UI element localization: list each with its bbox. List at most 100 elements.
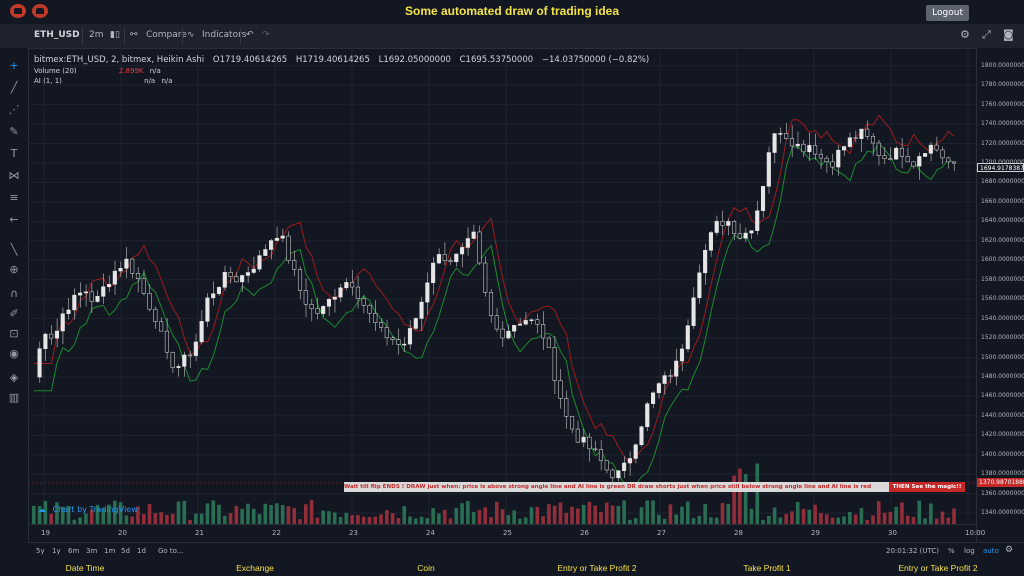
volume-bar [49, 513, 53, 524]
compare-icon[interactable]: ⚯ [130, 30, 138, 40]
candle-body [662, 375, 667, 384]
magnet-icon[interactable]: ∩ [6, 286, 22, 302]
chart-pane[interactable] [28, 48, 976, 542]
range-6m[interactable]: 6m [68, 547, 79, 555]
footer-exchange: Exchange [236, 563, 274, 573]
stay-in-drawing-icon[interactable]: ✐ [6, 306, 22, 322]
price-chart[interactable] [28, 48, 976, 524]
candle-body [436, 254, 441, 264]
layers-icon[interactable]: ◈ [6, 370, 22, 386]
settings-icon[interactable]: ⚙ [1005, 545, 1013, 555]
fullscreen-icon[interactable]: ⤢ [982, 28, 991, 42]
pitchfork-icon[interactable]: ⋰ [6, 102, 22, 118]
candle-body [882, 155, 887, 160]
price-label: 1340.00000000 [981, 509, 1024, 517]
date-label: 26 [580, 529, 589, 537]
cloud-icon: ☁ [38, 505, 46, 514]
volume-bar [506, 515, 511, 524]
price-axis[interactable]: 1800.00000000 1780.00000000 1760.00000000 1… [976, 48, 1024, 542]
candle-body [598, 449, 604, 461]
brush-icon[interactable]: ✎ [6, 124, 22, 140]
candle-body [865, 128, 870, 137]
range-5y[interactable]: 5y [36, 547, 45, 555]
utc-clock[interactable]: 20:01:32 (UTC) [886, 547, 939, 555]
candle-body [824, 157, 829, 163]
volume-bar [552, 505, 557, 524]
trash-icon[interactable]: ▥ [6, 390, 22, 406]
range-1m[interactable]: 1m [104, 547, 115, 555]
candle-body [529, 319, 534, 321]
lock-icon[interactable]: ⊡ [6, 326, 22, 342]
undo-icon[interactable]: ↶ [246, 30, 254, 40]
text-icon[interactable]: T [6, 146, 22, 162]
prediction-icon[interactable]: ≡ [6, 190, 22, 206]
ruler-icon[interactable]: ╲ [6, 242, 22, 258]
ai-title[interactable]: AI (1, 1) [34, 77, 62, 85]
candle-body [54, 330, 59, 339]
tradingview-badge[interactable]: ☁ Chart by TradingView [38, 505, 138, 514]
zoom-icon[interactable]: ⊕ [6, 262, 22, 278]
candle-body [431, 262, 436, 284]
range-1y[interactable]: 1y [52, 547, 61, 555]
candle-body [309, 304, 314, 309]
crosshair-icon[interactable]: + [6, 58, 22, 74]
compare-button[interactable]: Compare [146, 30, 187, 40]
log-toggle[interactable]: log [964, 547, 975, 555]
snapshot-icon[interactable]: ◙ [1003, 28, 1014, 41]
symbol-search[interactable]: ETH_USD [34, 30, 80, 40]
volume-bar [709, 517, 713, 524]
auto-toggle[interactable]: auto [983, 547, 999, 555]
candle-body [894, 147, 899, 160]
range-3m[interactable]: 3m [86, 547, 97, 555]
logout-button[interactable]: Logout [926, 5, 969, 21]
volume-bar [246, 503, 250, 524]
volume-bar [894, 506, 898, 524]
volume-bar [408, 516, 412, 524]
candle-body [668, 375, 673, 377]
candle-body [679, 348, 685, 362]
candle-body [101, 286, 106, 297]
range-5d[interactable]: 5d [121, 547, 130, 555]
back-arrow-icon[interactable]: ← [6, 212, 22, 228]
candle-body [656, 383, 661, 394]
candle-body [396, 339, 401, 345]
legend-close: C1695.53750000 [459, 55, 534, 65]
candle-body [240, 275, 245, 283]
candle-type-icon[interactable]: ▮▯ [110, 30, 120, 40]
volume-bar [286, 506, 291, 524]
volume-bar [228, 513, 233, 524]
indicators-icon[interactable]: ∿ [187, 30, 195, 40]
candle-body [460, 247, 465, 255]
volume-bar [234, 505, 239, 524]
eye-icon[interactable]: ◉ [6, 346, 22, 362]
candle-body [448, 260, 453, 262]
settings-icon[interactable]: ⚙ [960, 28, 970, 41]
tradingview-label[interactable]: Chart by TradingView [53, 505, 138, 514]
price-label: 1680.00000000 [981, 178, 1024, 186]
trendline-icon[interactable]: ╱ [6, 80, 22, 96]
candle-body [870, 135, 876, 144]
volume-bar [466, 500, 470, 524]
volume-bar [124, 515, 129, 524]
time-axis[interactable]: 19 20 21 22 23 24 25 26 27 28 29 30 10:00 [28, 524, 985, 543]
redo-icon[interactable]: ↷ [262, 30, 270, 40]
candle-body [379, 322, 384, 328]
candle-body [332, 296, 337, 300]
price-label: 1560.00000000 [981, 295, 1024, 303]
volume-title[interactable]: Volume (20) [34, 67, 77, 75]
pattern-icon[interactable]: ⋈ [6, 168, 22, 184]
interval-selector[interactable]: 2m [89, 30, 104, 40]
candle-body [928, 144, 933, 154]
volume-bar [327, 511, 331, 524]
goto-button[interactable]: Go to... [158, 547, 184, 555]
volume-bar [251, 508, 256, 524]
candle-body [876, 142, 881, 156]
volume-bar [379, 514, 383, 524]
volume-bar [344, 512, 349, 524]
candle-body [546, 337, 551, 348]
percent-toggle[interactable]: % [948, 547, 955, 555]
candle-body [708, 232, 713, 251]
candle-body [274, 237, 279, 241]
legend-symbol[interactable]: bitmex:ETH_USD, 2, bitmex, Heikin Ashi [34, 55, 204, 65]
range-1d[interactable]: 1d [137, 547, 146, 555]
